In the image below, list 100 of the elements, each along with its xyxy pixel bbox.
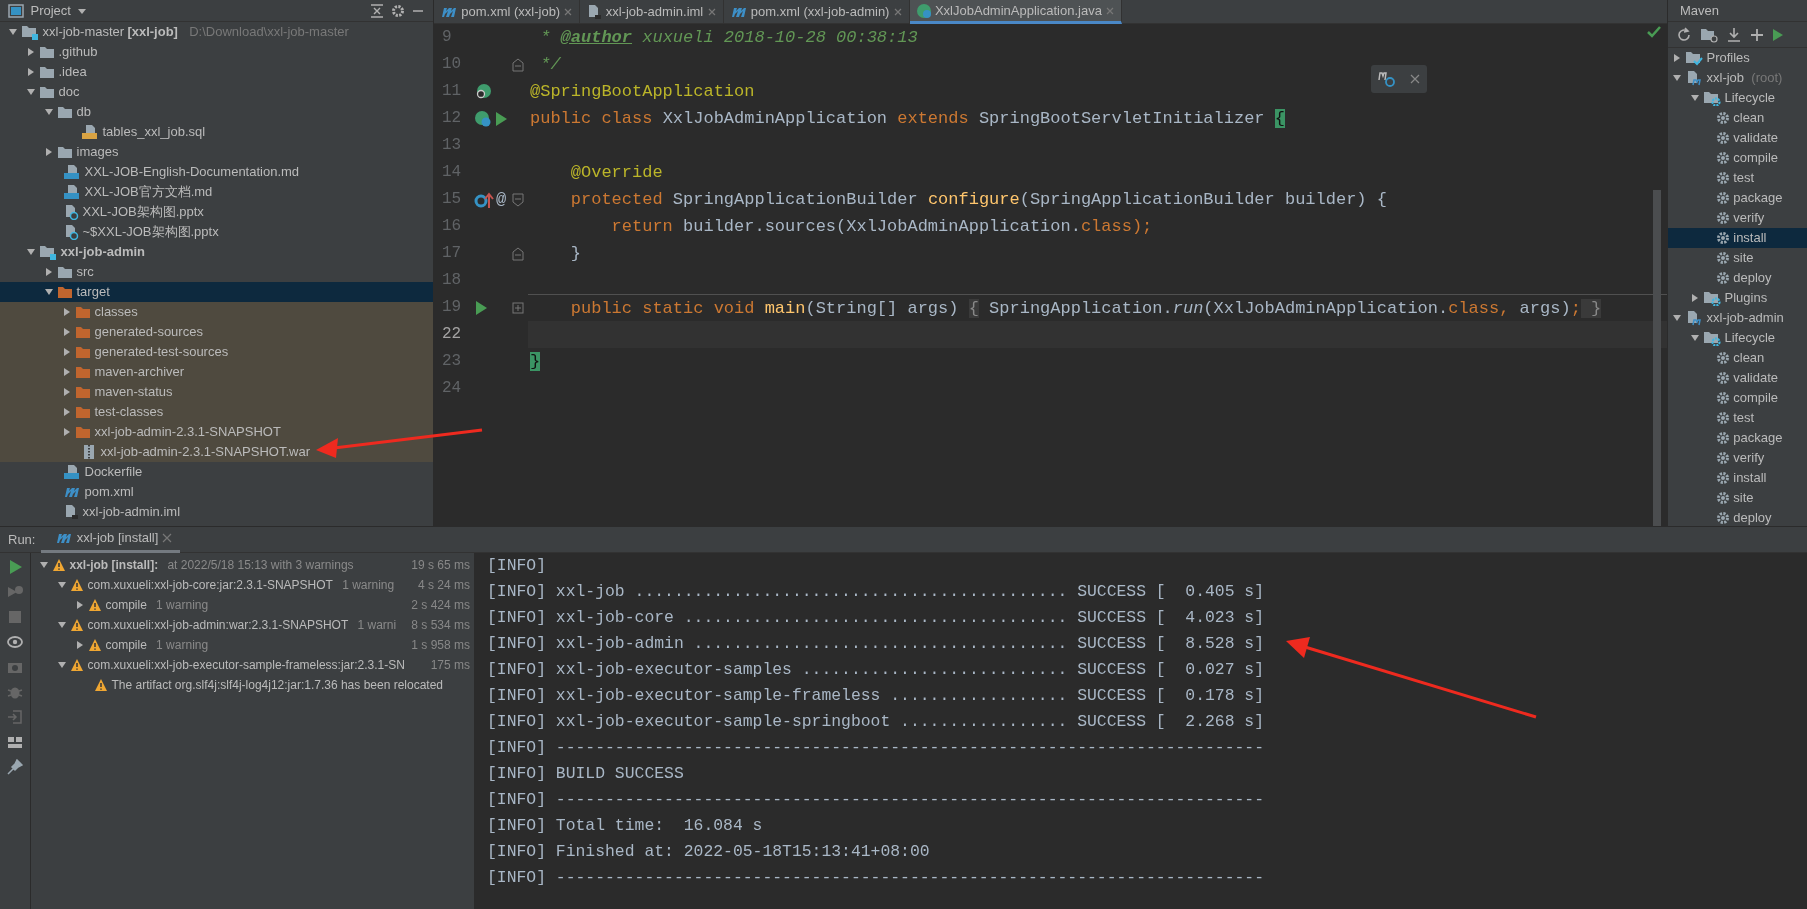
run-icon[interactable] [1772, 27, 1784, 42]
tree-item[interactable]: Lifecycle [1668, 328, 1807, 348]
tree-item[interactable]: compile [1668, 388, 1807, 408]
folder-icon [57, 265, 74, 279]
tree-item[interactable]: .idea [0, 62, 433, 82]
markdown-file-icon [63, 164, 82, 180]
tree-item[interactable]: install [1668, 228, 1807, 248]
console-line: [INFO] Finished at: 2022-05-18T15:13:41+08:00 [487, 841, 931, 863]
layout-icon[interactable] [7, 734, 23, 750]
tree-item[interactable]: test-classes [0, 402, 433, 422]
tree-item[interactable]: package [1668, 428, 1807, 448]
run-icon[interactable] [7, 559, 23, 575]
build-tree-item[interactable]: compile 1 warning 1 s 958 ms [31, 635, 474, 655]
run-icon[interactable] [474, 299, 488, 316]
settings-icon[interactable] [390, 3, 405, 18]
build-tree-item[interactable]: com.xuxueli:xxl-job-executor-sample-frameless:jar:2.3.1-SN 175 ms [31, 655, 474, 675]
tree-item[interactable]: xxl-job-admin.iml [0, 502, 433, 522]
tree-item[interactable]: xxl-job-admin-2.3.1-SNAPSHOT [0, 422, 433, 442]
close-icon[interactable] [892, 7, 903, 17]
tree-item[interactable]: .github [0, 42, 433, 62]
import-icon[interactable] [7, 709, 23, 725]
build-tree-item[interactable]: com.xuxueli:xxl-job-core:jar:2.3.1-SNAPSHOT 1 warning 4 s 24 ms [31, 575, 474, 595]
tree-item[interactable]: deploy [1668, 268, 1807, 288]
tree-item[interactable]: Plugins [1668, 288, 1807, 308]
add-icon[interactable] [1750, 27, 1764, 42]
tree-item[interactable]: db [0, 102, 433, 122]
tree-item[interactable]: generated-test-sources [0, 342, 433, 362]
tree-item[interactable]: install [1668, 468, 1807, 488]
tree-item[interactable]: XXL-JOB架构图.pptx [0, 202, 433, 222]
tree-item[interactable]: test [1668, 408, 1807, 428]
tree-item[interactable]: xxl-job-admin-2.3.1-SNAPSHOT.war [0, 442, 433, 462]
close-icon[interactable] [1410, 74, 1420, 84]
tree-item[interactable]: site [1668, 248, 1807, 268]
editor-tab[interactable]: XxlJobAdminApplication.java [909, 0, 1123, 24]
tree-item[interactable]: doc [0, 82, 433, 102]
close-icon[interactable] [563, 7, 574, 17]
tree-item[interactable]: clean [1668, 108, 1807, 128]
tree-item[interactable]: deploy [1668, 508, 1807, 526]
build-tree-item[interactable]: com.xuxueli:xxl-job-admin:war:2.3.1-SNAPSHOT 1 warni 8 s 534 ms [31, 615, 474, 635]
pin-icon[interactable] [7, 759, 23, 775]
tree-item[interactable]: xxl-job-admin [0, 242, 433, 262]
eye-icon[interactable] [7, 634, 23, 650]
panel-title[interactable]: Project [30, 0, 71, 21]
tree-item[interactable]: src [0, 262, 433, 282]
tree-item[interactable]: test [1668, 168, 1807, 188]
editor-tab[interactable]: xxl-job-admin.iml [580, 0, 724, 24]
tree-item[interactable]: xxl-job-admin [1668, 308, 1807, 328]
close-icon[interactable] [161, 533, 172, 543]
collapse-all-icon[interactable] [370, 3, 384, 18]
folder-refresh-icon[interactable] [1700, 26, 1718, 43]
tree-item[interactable]: generated-sources [0, 322, 433, 342]
rerun-failed-icon[interactable] [7, 584, 23, 600]
tree-item[interactable]: verify [1668, 208, 1807, 228]
refresh-icon[interactable] [1676, 26, 1692, 43]
tree-item[interactable]: target [0, 282, 433, 302]
close-icon[interactable] [706, 7, 717, 17]
stop-icon[interactable] [7, 609, 23, 625]
implemented-marker[interactable]: @ [496, 186, 507, 213]
expand-fold-icon[interactable] [512, 301, 524, 314]
tree-item[interactable]: clean [1668, 348, 1807, 368]
line-number: 16 [441, 216, 463, 237]
build-tree-item[interactable]: The artifact org.slf4j:slf4j-log4j12:jar:1.7.36 has been relocated [31, 675, 474, 695]
dropdown-icon[interactable] [77, 6, 88, 15]
tree-item[interactable]: xxl-job (root) [1668, 68, 1807, 88]
gear-icon [1716, 151, 1730, 165]
tree-item[interactable]: validate [1668, 368, 1807, 388]
tree-item[interactable]: Profiles [1668, 48, 1807, 68]
tree-item[interactable]: compile [1668, 148, 1807, 168]
warning-icon [70, 658, 85, 672]
tree-item[interactable]: maven-status [0, 382, 433, 402]
build-tree-item[interactable]: xxl-job [install]: at 2022/5/18 15:13 with 3 warnings 19 s 65 ms [31, 555, 474, 575]
tree-item[interactable]: pom.xml [0, 482, 433, 502]
tree-item[interactable]: site [1668, 488, 1807, 508]
editor-tab[interactable]: pom.xml (xxl-job) [434, 0, 581, 24]
tree-item[interactable]: classes [0, 302, 433, 322]
tree-item[interactable]: validate [1668, 128, 1807, 148]
tree-item[interactable]: ~$XXL-JOB架构图.pptx [0, 222, 433, 242]
tree-item[interactable]: Lifecycle [1668, 88, 1807, 108]
editor-tab[interactable]: pom.xml (xxl-job-admin) [723, 0, 910, 24]
tree-item[interactable]: maven-archiver [0, 362, 433, 382]
fold-marker-icon[interactable] [512, 57, 524, 72]
tree-item[interactable]: verify [1668, 448, 1807, 468]
fold-marker-icon[interactable] [512, 192, 524, 207]
tree-item[interactable]: tables_xxl_job.sql [0, 122, 433, 142]
tree-item[interactable]: images [0, 142, 433, 162]
build-tree-item[interactable]: compile 1 warning 2 s 424 ms [31, 595, 474, 615]
tree-item[interactable]: XXL-JOB-English-Documentation.md [0, 162, 433, 182]
tree-item[interactable]: XXL-JOB官方文档.md [0, 182, 433, 202]
tree-item[interactable]: package [1668, 188, 1807, 208]
tree-item[interactable]: xxl-job-master [xxl-job] D:\Download\xxl-job-master [0, 22, 433, 42]
run-icon[interactable] [494, 110, 508, 127]
run-tab[interactable]: xxl-job [install] [41, 526, 180, 553]
maven-reload-icon[interactable] [1378, 70, 1396, 88]
gear-icon [1716, 411, 1730, 425]
scrollbar[interactable] [1653, 190, 1661, 526]
override-icon[interactable] [474, 190, 494, 209]
tree-item[interactable]: Dockerfile [0, 462, 433, 482]
fold-marker-icon[interactable] [512, 246, 524, 261]
download-icon[interactable] [1726, 26, 1742, 43]
close-icon[interactable] [1105, 5, 1116, 16]
